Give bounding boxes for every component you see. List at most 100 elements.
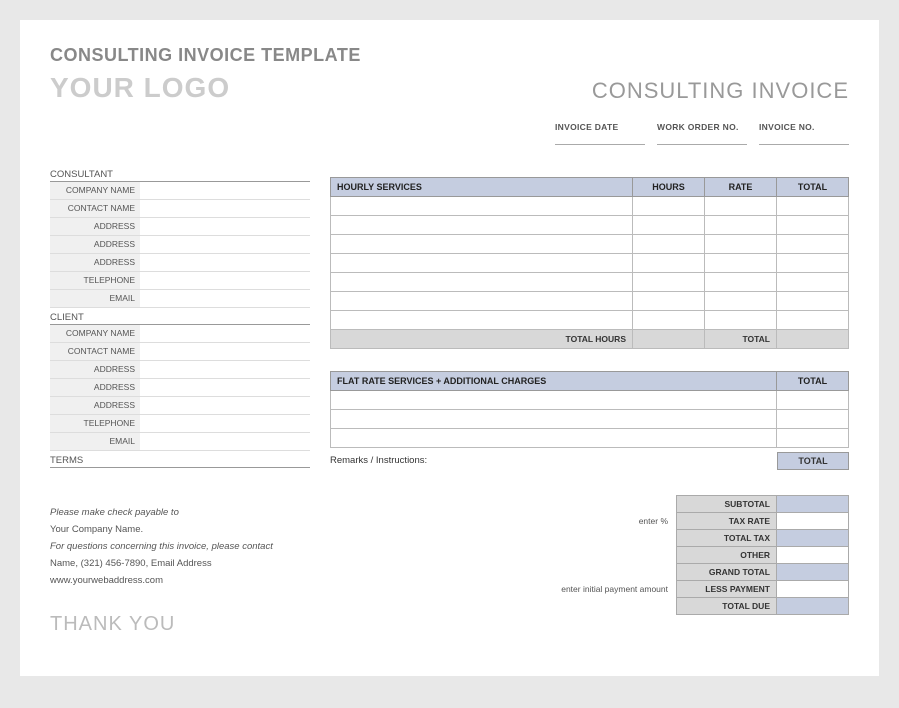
totaltax-label: TOTAL TAX: [677, 530, 777, 547]
consultant-label: COMPANY NAME: [50, 182, 140, 199]
enter-pct-hint: enter %: [555, 513, 676, 530]
totals-table: SUBTOTAL enter %TAX RATE TOTAL TAX OTHER…: [555, 495, 849, 615]
consultant-label: TELEPHONE: [50, 272, 140, 289]
logo-placeholder: YOUR LOGO: [50, 72, 230, 104]
work-order-input[interactable]: [657, 135, 747, 145]
template-title: CONSULTING INVOICE TEMPLATE: [50, 45, 849, 66]
client-address2-input[interactable]: [140, 379, 310, 396]
lesspayment-value[interactable]: [777, 581, 849, 598]
right-column: HOURLY SERVICES HOURS RATE TOTAL TO: [330, 165, 849, 636]
consultant-row: ADDRESS: [50, 236, 310, 254]
flat-row[interactable]: [331, 429, 849, 448]
client-heading: CLIENT: [50, 312, 310, 325]
flat-row[interactable]: [331, 391, 849, 410]
total-hours-label: TOTAL HOURS: [331, 330, 633, 349]
hourly-row[interactable]: [331, 311, 849, 330]
consultant-heading: CONSULTANT: [50, 169, 310, 182]
hourly-totals-row: TOTAL HOURS TOTAL: [331, 330, 849, 349]
consultant-row: EMAIL: [50, 290, 310, 308]
client-row: ADDRESS: [50, 379, 310, 397]
consultant-address2-input[interactable]: [140, 236, 310, 253]
other-label: OTHER: [677, 547, 777, 564]
subtotal-value: [777, 496, 849, 513]
client-email-input[interactable]: [140, 433, 310, 450]
consultant-email-input[interactable]: [140, 290, 310, 307]
footer-notes: Please make check payable to Your Compan…: [50, 504, 310, 589]
payable-name: Your Company Name.: [50, 521, 310, 538]
consultant-row: ADDRESS: [50, 254, 310, 272]
remarks-row: Remarks / Instructions: TOTAL: [330, 452, 849, 470]
flat-header-desc: FLAT RATE SERVICES + ADDITIONAL CHARGES: [331, 372, 777, 391]
client-row: TELEPHONE: [50, 415, 310, 433]
client-label: ADDRESS: [50, 397, 140, 414]
left-column: CONSULTANT COMPANY NAME CONTACT NAME ADD…: [50, 165, 310, 636]
client-label: EMAIL: [50, 433, 140, 450]
consultant-address1-input[interactable]: [140, 218, 310, 235]
invoice-date-input[interactable]: [555, 135, 645, 145]
consultant-contact-input[interactable]: [140, 200, 310, 217]
hourly-row[interactable]: [331, 197, 849, 216]
work-order-field: WORK ORDER NO.: [657, 122, 747, 145]
remarks-label: Remarks / Instructions:: [330, 452, 777, 470]
totals-block: SUBTOTAL enter %TAX RATE TOTAL TAX OTHER…: [330, 495, 849, 615]
work-order-label: WORK ORDER NO.: [657, 122, 747, 132]
payable-intro: Please make check payable to: [50, 504, 310, 521]
hourly-header-desc: HOURLY SERVICES: [331, 178, 633, 197]
hourly-total-label: TOTAL: [705, 330, 777, 349]
consultant-label: ADDRESS: [50, 218, 140, 235]
consultant-address3-input[interactable]: [140, 254, 310, 271]
client-contact-input[interactable]: [140, 343, 310, 360]
consultant-row: ADDRESS: [50, 218, 310, 236]
client-company-input[interactable]: [140, 325, 310, 342]
header-row: YOUR LOGO CONSULTING INVOICE: [50, 72, 849, 104]
hourly-total-value: [777, 330, 849, 349]
consultant-label: ADDRESS: [50, 236, 140, 253]
flat-total-label: TOTAL: [777, 452, 849, 470]
consultant-row: TELEPHONE: [50, 272, 310, 290]
hourly-row[interactable]: [331, 254, 849, 273]
hourly-row[interactable]: [331, 292, 849, 311]
questions-line: For questions concerning this invoice, p…: [50, 538, 310, 555]
client-address3-input[interactable]: [140, 397, 310, 414]
hourly-row[interactable]: [331, 235, 849, 254]
other-value[interactable]: [777, 547, 849, 564]
consultant-telephone-input[interactable]: [140, 272, 310, 289]
client-label: ADDRESS: [50, 361, 140, 378]
meta-row: INVOICE DATE WORK ORDER NO. INVOICE NO.: [50, 122, 849, 145]
totaltax-value: [777, 530, 849, 547]
consultant-label: ADDRESS: [50, 254, 140, 271]
totaldue-label: TOTAL DUE: [677, 598, 777, 615]
invoice-no-input[interactable]: [759, 135, 849, 145]
grandtotal-label: GRAND TOTAL: [677, 564, 777, 581]
client-row: COMPANY NAME: [50, 325, 310, 343]
client-telephone-input[interactable]: [140, 415, 310, 432]
hourly-header-hours: HOURS: [633, 178, 705, 197]
hourly-header-total: TOTAL: [777, 178, 849, 197]
grandtotal-value: [777, 564, 849, 581]
client-label: CONTACT NAME: [50, 343, 140, 360]
client-row: CONTACT NAME: [50, 343, 310, 361]
flat-row[interactable]: [331, 410, 849, 429]
consultant-row: COMPANY NAME: [50, 182, 310, 200]
invoice-no-field: INVOICE NO.: [759, 122, 849, 145]
invoice-page: CONSULTING INVOICE TEMPLATE YOUR LOGO CO…: [20, 20, 879, 676]
client-row: EMAIL: [50, 433, 310, 451]
consultant-company-input[interactable]: [140, 182, 310, 199]
web-line: www.yourwebaddress.com: [50, 572, 310, 589]
total-hours-value: [633, 330, 705, 349]
client-row: ADDRESS: [50, 361, 310, 379]
invoice-date-field: INVOICE DATE: [555, 122, 645, 145]
taxrate-value[interactable]: [777, 513, 849, 530]
consultant-row: CONTACT NAME: [50, 200, 310, 218]
hourly-row[interactable]: [331, 216, 849, 235]
flat-header-total: TOTAL: [777, 372, 849, 391]
client-label: ADDRESS: [50, 379, 140, 396]
thank-you: THANK YOU: [50, 613, 310, 636]
hourly-row[interactable]: [331, 273, 849, 292]
invoice-date-label: INVOICE DATE: [555, 122, 645, 132]
enter-payment-hint: enter initial payment amount: [555, 581, 676, 598]
consultant-label: EMAIL: [50, 290, 140, 307]
client-address1-input[interactable]: [140, 361, 310, 378]
invoice-title: CONSULTING INVOICE: [592, 78, 849, 104]
client-label: TELEPHONE: [50, 415, 140, 432]
